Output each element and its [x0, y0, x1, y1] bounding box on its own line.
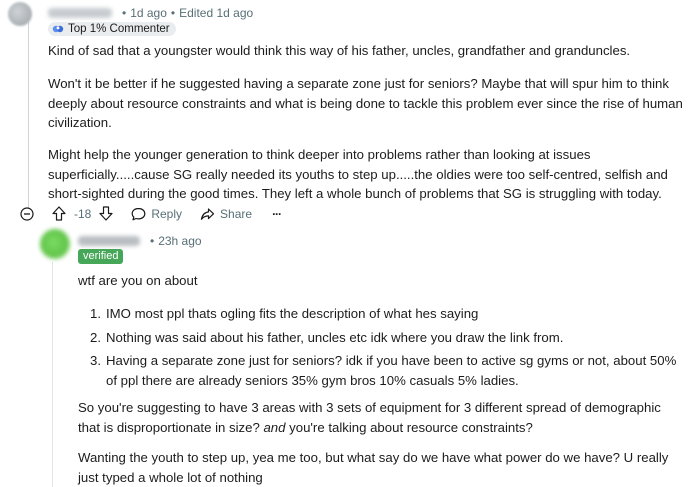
reply-intro: wtf are you on about [78, 273, 198, 288]
comment-paragraph-1: Kind of sad that a youngster would think… [48, 43, 631, 58]
user-flair: verified [78, 249, 124, 264]
upvote-icon [52, 206, 66, 221]
reply-label: Reply [151, 206, 183, 221]
upvote-button[interactable] [52, 206, 66, 221]
more-options-icon: ··· [272, 206, 282, 221]
share-label: Share [220, 206, 253, 221]
collapse-button[interactable] [20, 206, 34, 221]
vote-score: -18 [74, 206, 92, 221]
reply-paragraph-2: So you're suggesting to have 3 areas wit… [78, 400, 661, 435]
top-commenter-badge: Top 1% Commenter [48, 22, 176, 36]
comment-paragraph-2: Won't it be better if he suggested havin… [48, 76, 683, 130]
commenter-username-redacted[interactable] [48, 8, 112, 18]
downvote-icon [99, 206, 113, 221]
thread-line[interactable] [28, 22, 29, 208]
reply-button[interactable]: Reply [131, 207, 182, 221]
reply-paragraph-3: Wanting the youth to step up, yea me too… [78, 450, 669, 485]
reply-thread-line[interactable] [52, 262, 53, 487]
collapse-icon [20, 206, 34, 221]
comment-time[interactable]: 1d ago [130, 6, 167, 20]
share-button[interactable]: Share [200, 207, 252, 221]
comment-paragraph-3: Might help the younger generation to thi… [48, 147, 668, 201]
reply-avatar[interactable] [40, 229, 70, 259]
reply-time[interactable]: 23h ago [158, 234, 201, 248]
comment-action-bar: -18 Reply Share ··· [20, 206, 299, 221]
top-commenter-icon [52, 23, 64, 35]
list-item: 3. Having a separate zone just for senior… [90, 353, 677, 388]
commenter-avatar[interactable] [8, 2, 32, 26]
downvote-button[interactable] [99, 206, 113, 221]
reply-username-redacted[interactable] [78, 236, 140, 246]
share-icon [200, 207, 215, 220]
reply-numbered-list: 1. IMO most ppl thats ogling fits the des… [90, 304, 685, 394]
list-item: 1. IMO most ppl thats ogling fits the des… [90, 306, 479, 321]
list-item: 2. Nothing was said about his father, unc… [90, 329, 564, 345]
reply-header: • 23h ago [78, 234, 202, 248]
reply-icon [131, 207, 146, 220]
more-options-button[interactable]: ··· [270, 206, 282, 221]
edited-label: Edited 1d ago [179, 6, 254, 20]
badge-label: Top 1% Commenter [68, 23, 170, 35]
comment-header: • 1d ago • Edited 1d ago [48, 6, 253, 20]
